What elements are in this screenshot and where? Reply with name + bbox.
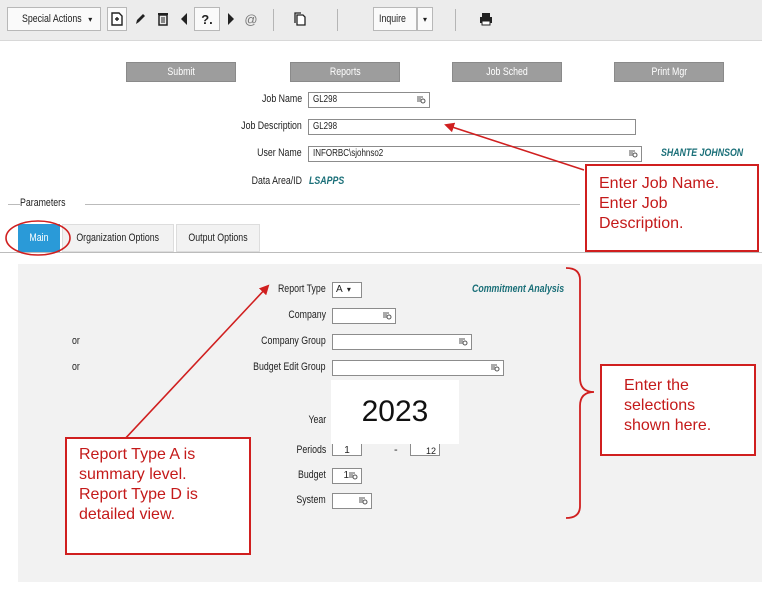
callout-job-desc-text: Enter Job Description. [599,195,684,232]
annotation-arrow-report-type [121,284,270,443]
annotation-arrow-job [444,122,585,171]
callout-selections: Enter the selections shown here. [600,364,756,456]
callout-report-type-text: Report Type A is summary level. Report T… [79,446,198,523]
callout-job-name: Enter Job Name. Enter Job Description. [585,164,759,252]
annotation-bracket [565,267,595,519]
callout-report-type: Report Type A is summary level. Report T… [65,437,251,555]
callout-selections-text: Enter the selections shown here. [624,377,712,434]
callout-job-name-text: Enter Job Name. [599,175,720,192]
annotation-ellipse-main-tab [5,220,71,256]
